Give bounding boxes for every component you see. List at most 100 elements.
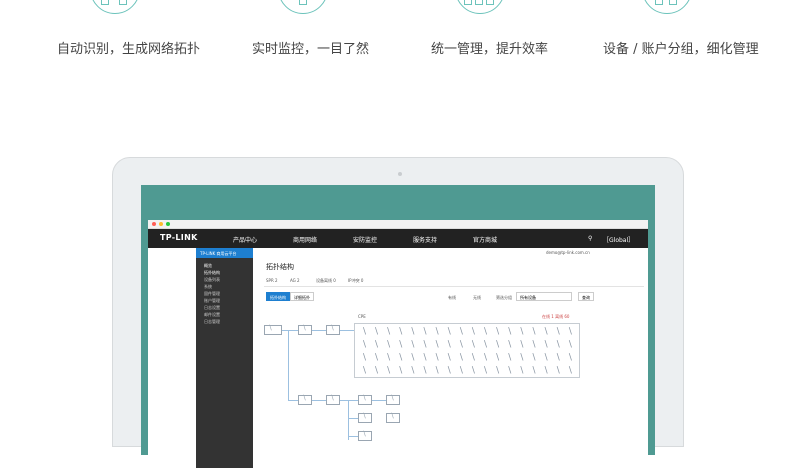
switch-node[interactable] — [326, 394, 340, 405]
cpe-node-icon[interactable]: ∖ — [406, 352, 418, 365]
switch-node[interactable] — [326, 324, 340, 335]
sidebar-item[interactable]: 系统 — [196, 283, 253, 290]
cpe-node-icon[interactable]: ∖ — [455, 339, 467, 352]
nav-item[interactable]: 安防监控 — [353, 235, 377, 244]
ap-node[interactable] — [386, 412, 400, 423]
cpe-node-icon[interactable]: ∖ — [515, 352, 527, 365]
cpe-node-icon[interactable]: ∖ — [515, 339, 527, 352]
filter-button[interactable]: 查询 — [578, 292, 594, 301]
cpe-node-icon[interactable]: ∖ — [358, 339, 370, 352]
cpe-node-icon[interactable]: ∖ — [382, 352, 394, 365]
sidebar-item[interactable]: 设备列表 — [196, 276, 253, 283]
switch-node[interactable] — [298, 394, 312, 405]
cpe-node-icon[interactable]: ∖ — [358, 365, 370, 378]
cpe-node-icon[interactable]: ∖ — [491, 339, 503, 352]
cpe-node-icon[interactable]: ∖ — [467, 352, 479, 365]
cpe-node-icon[interactable]: ∖ — [564, 365, 576, 378]
cpe-node-icon[interactable]: ∖ — [406, 365, 418, 378]
cpe-node-icon[interactable]: ∖ — [467, 365, 479, 378]
cpe-node-icon[interactable]: ∖ — [358, 326, 370, 339]
cpe-node-icon[interactable]: ∖ — [467, 339, 479, 352]
switch-node[interactable] — [298, 324, 312, 335]
cpe-node-icon[interactable]: ∖ — [358, 352, 370, 365]
minimize-dot[interactable] — [159, 222, 163, 226]
cpe-node-icon[interactable]: ∖ — [431, 352, 443, 365]
cpe-node-icon[interactable]: ∖ — [552, 326, 564, 339]
cpe-node-icon[interactable]: ∖ — [370, 339, 382, 352]
cpe-node-icon[interactable]: ∖ — [406, 326, 418, 339]
user-account[interactable]: demo@tp-link.com.cn — [546, 250, 590, 255]
ap-node[interactable] — [386, 394, 400, 405]
cpe-node-icon[interactable]: ∖ — [515, 365, 527, 378]
cpe-node-icon[interactable]: ∖ — [455, 365, 467, 378]
cpe-node-icon[interactable]: ∖ — [431, 339, 443, 352]
cpe-node-icon[interactable]: ∖ — [394, 352, 406, 365]
cpe-node-icon[interactable]: ∖ — [503, 365, 515, 378]
cpe-node-icon[interactable]: ∖ — [431, 326, 443, 339]
nav-item[interactable]: 商用网络 — [293, 235, 317, 244]
cpe-node-icon[interactable]: ∖ — [479, 339, 491, 352]
cpe-node-icon[interactable]: ∖ — [443, 326, 455, 339]
sidebar-item[interactable]: 拓扑结构 — [196, 269, 253, 276]
cpe-node-icon[interactable]: ∖ — [540, 365, 552, 378]
cpe-node-icon[interactable]: ∖ — [419, 365, 431, 378]
cpe-node-icon[interactable]: ∖ — [382, 365, 394, 378]
tab-detail[interactable]: 详细拓扑 — [290, 292, 314, 301]
router-node[interactable] — [264, 324, 282, 335]
sidebar-item[interactable]: 固件管理 — [196, 290, 253, 297]
close-dot[interactable] — [152, 222, 156, 226]
ap-node[interactable] — [358, 394, 372, 405]
cpe-node-icon[interactable]: ∖ — [552, 365, 564, 378]
cpe-node-icon[interactable]: ∖ — [503, 326, 515, 339]
cpe-node-icon[interactable]: ∖ — [503, 352, 515, 365]
cpe-node-icon[interactable]: ∖ — [528, 326, 540, 339]
cpe-node-icon[interactable]: ∖ — [443, 339, 455, 352]
tab-topology[interactable]: 拓扑结构 — [266, 292, 290, 301]
cpe-node-icon[interactable]: ∖ — [382, 339, 394, 352]
cpe-node-icon[interactable]: ∖ — [503, 339, 515, 352]
cpe-node-icon[interactable]: ∖ — [419, 352, 431, 365]
cpe-node-icon[interactable]: ∖ — [443, 352, 455, 365]
cpe-node-icon[interactable]: ∖ — [491, 326, 503, 339]
cpe-node-icon[interactable]: ∖ — [479, 365, 491, 378]
sidebar-item[interactable]: 日志管理 — [196, 318, 253, 325]
cpe-node-icon[interactable]: ∖ — [552, 352, 564, 365]
cpe-node-icon[interactable]: ∖ — [443, 365, 455, 378]
cpe-node-icon[interactable]: ∖ — [552, 339, 564, 352]
cpe-node-icon[interactable]: ∖ — [564, 339, 576, 352]
cpe-node-icon[interactable]: ∖ — [564, 352, 576, 365]
sidebar-item[interactable]: 日志设置 — [196, 304, 253, 311]
nav-item[interactable]: 官方商城 — [473, 235, 497, 244]
cpe-node-icon[interactable]: ∖ — [370, 365, 382, 378]
cpe-node-icon[interactable]: ∖ — [540, 326, 552, 339]
cpe-node-icon[interactable]: ∖ — [491, 365, 503, 378]
site-logo[interactable]: TP-LINK — [160, 233, 198, 242]
cpe-node-icon[interactable]: ∖ — [528, 365, 540, 378]
nav-item[interactable]: 服务支持 — [413, 235, 437, 244]
region-selector[interactable]: ［Global］ — [603, 235, 634, 244]
cpe-node-icon[interactable]: ∖ — [419, 326, 431, 339]
cpe-node-icon[interactable]: ∖ — [419, 339, 431, 352]
cpe-node-icon[interactable]: ∖ — [455, 326, 467, 339]
cpe-node-icon[interactable]: ∖ — [370, 326, 382, 339]
sidebar-item[interactable]: 邮件设置 — [196, 311, 253, 318]
ap-node[interactable] — [358, 412, 372, 423]
cpe-node-icon[interactable]: ∖ — [515, 326, 527, 339]
cpe-node-icon[interactable]: ∖ — [467, 326, 479, 339]
cpe-node-icon[interactable]: ∖ — [394, 339, 406, 352]
cpe-node-icon[interactable]: ∖ — [455, 352, 467, 365]
cpe-node-icon[interactable]: ∖ — [491, 352, 503, 365]
cpe-node-icon[interactable]: ∖ — [540, 339, 552, 352]
cpe-node-icon[interactable]: ∖ — [528, 352, 540, 365]
zoom-dot[interactable] — [166, 222, 170, 226]
cpe-node-icon[interactable]: ∖ — [479, 326, 491, 339]
sidebar-item[interactable]: 概览 — [196, 262, 253, 269]
cpe-node-icon[interactable]: ∖ — [394, 365, 406, 378]
cpe-node-icon[interactable]: ∖ — [370, 352, 382, 365]
cpe-node-icon[interactable]: ∖ — [528, 339, 540, 352]
cpe-node-icon[interactable]: ∖ — [564, 326, 576, 339]
cpe-node-icon[interactable]: ∖ — [394, 326, 406, 339]
nav-item[interactable]: 产品中心 — [233, 235, 257, 244]
cpe-node-icon[interactable]: ∖ — [479, 352, 491, 365]
search-icon[interactable]: ⚲ — [588, 235, 592, 242]
